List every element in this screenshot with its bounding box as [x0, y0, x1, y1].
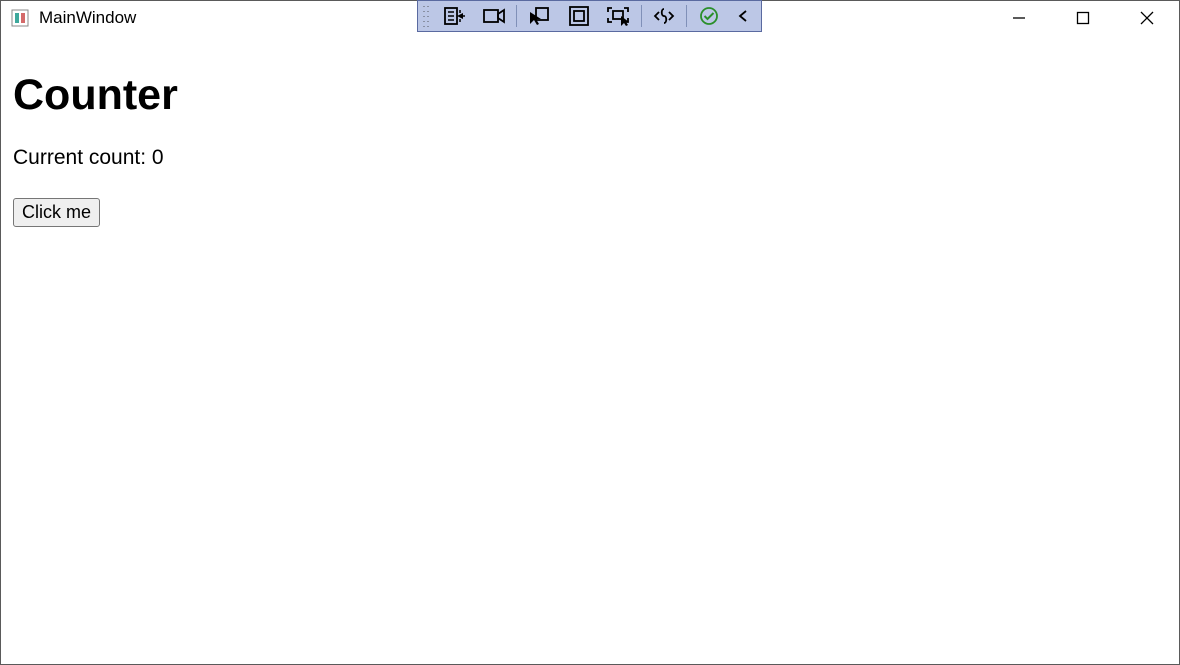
minimize-icon	[1012, 11, 1026, 25]
select-element-button[interactable]	[519, 2, 559, 30]
track-focused-element-icon	[607, 6, 631, 26]
hot-reload-icon	[653, 6, 675, 26]
track-focused-element-button[interactable]	[599, 2, 639, 30]
display-layout-adorners-button[interactable]	[559, 2, 599, 30]
close-button[interactable]	[1115, 1, 1179, 35]
titlebar: MainWindow	[1, 1, 1179, 35]
hot-reload-button[interactable]	[644, 2, 684, 30]
close-icon	[1140, 11, 1154, 25]
click-me-button[interactable]: Click me	[13, 198, 100, 227]
toolbar-grip-icon[interactable]	[422, 4, 430, 28]
count-line: Current count: 0	[13, 146, 1167, 170]
minimize-button[interactable]	[987, 1, 1051, 35]
live-visual-tree-button[interactable]	[434, 2, 474, 30]
page-heading: Counter	[13, 71, 1167, 120]
count-value: 0	[152, 146, 164, 169]
titlebar-left: MainWindow	[1, 8, 136, 28]
collapse-toolbar-button[interactable]	[729, 2, 757, 30]
maximize-button[interactable]	[1051, 1, 1115, 35]
toolbar-separator	[686, 5, 687, 27]
select-element-icon	[528, 6, 550, 26]
content-area: Counter Current count: 0 Click me	[1, 35, 1179, 237]
window-controls	[987, 1, 1179, 35]
window-title: MainWindow	[39, 8, 136, 28]
toolbar-separator	[641, 5, 642, 27]
maximize-icon	[1076, 11, 1090, 25]
display-layout-adorners-icon	[569, 6, 589, 26]
window-frame: MainWindow	[0, 0, 1180, 665]
app-icon	[11, 9, 29, 27]
record-button[interactable]	[474, 2, 514, 30]
toolbar-separator	[516, 5, 517, 27]
checkmark-icon	[699, 6, 719, 26]
debug-toolbar	[417, 0, 762, 32]
camera-icon	[483, 8, 505, 24]
count-label: Current count:	[13, 146, 152, 169]
live-visual-tree-icon	[443, 6, 465, 26]
chevron-left-icon	[737, 9, 749, 23]
hot-reload-status-button[interactable]	[689, 2, 729, 30]
